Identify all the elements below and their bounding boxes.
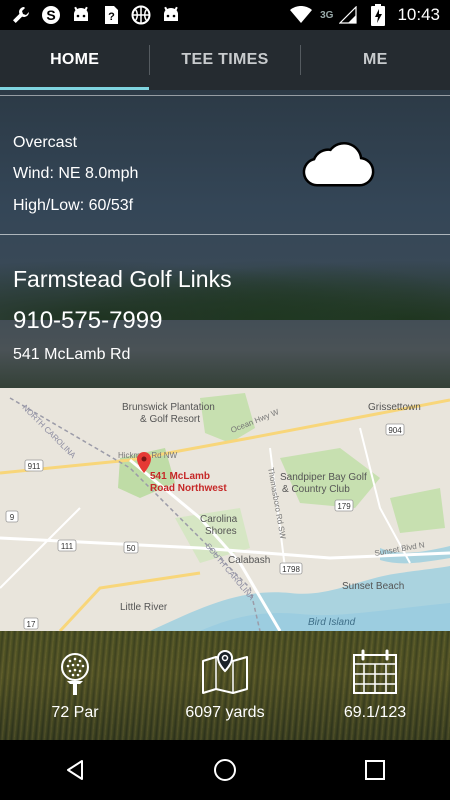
course-name: Farmstead Golf Links bbox=[13, 266, 232, 292]
weather-wind: Wind: NE 8.0mph bbox=[13, 165, 139, 182]
map-label-bird-island: Bird Island bbox=[308, 617, 356, 628]
svg-text:50: 50 bbox=[127, 544, 136, 553]
course-phone-link[interactable]: 910-575-7999 bbox=[13, 307, 162, 335]
system-status: 3G 10:43 bbox=[290, 4, 450, 26]
route-shield: 904 bbox=[385, 423, 405, 436]
weather-panel: Overcast Wind: NE 8.0mph High/Low: 60/53… bbox=[0, 95, 450, 235]
recents-icon bbox=[365, 760, 385, 780]
stat-yards: 6097 yards bbox=[150, 640, 300, 740]
map-pin-label-line2: Road Northwest bbox=[150, 483, 227, 494]
signal-icon bbox=[337, 4, 359, 26]
yards-value: 6097 yards bbox=[185, 704, 265, 721]
route-shield: 50 bbox=[123, 541, 139, 554]
wifi-icon bbox=[290, 4, 313, 26]
route-shield: 17 bbox=[23, 617, 39, 630]
map-label-country-club: & Country Club bbox=[282, 484, 350, 495]
battery-charging-icon bbox=[367, 4, 389, 26]
stat-rating: 69.1/123 bbox=[300, 640, 450, 740]
recents-button[interactable] bbox=[345, 740, 405, 800]
map-canvas: Brunswick Plantation & Golf Resort Griss… bbox=[0, 388, 450, 631]
course-map[interactable]: Brunswick Plantation & Golf Resort Griss… bbox=[0, 388, 450, 631]
weather-high-low: High/Low: 60/53f bbox=[13, 197, 134, 214]
route-shield: 9 bbox=[5, 510, 19, 523]
basketball-icon bbox=[130, 4, 152, 26]
svg-text:911: 911 bbox=[28, 462, 41, 471]
map-label-sunset-beach: Sunset Beach bbox=[342, 581, 404, 592]
tab-bar: HOME TEE TIMES ME bbox=[0, 30, 450, 90]
stat-par: 72 Par bbox=[0, 640, 150, 740]
course-address[interactable]: 541 McLamb Rd bbox=[13, 346, 130, 364]
svg-text:1798: 1798 bbox=[282, 565, 300, 574]
route-shield: 1798 bbox=[279, 562, 303, 575]
map-location-icon bbox=[200, 647, 250, 697]
golf-ball-icon bbox=[50, 647, 100, 697]
home-icon bbox=[214, 759, 236, 781]
map-label-shores: Shores bbox=[205, 526, 237, 537]
svg-text:S: S bbox=[46, 7, 55, 23]
weather-condition: Overcast bbox=[13, 134, 78, 151]
svg-text:17: 17 bbox=[27, 620, 36, 629]
svg-text:9: 9 bbox=[10, 513, 15, 522]
svg-text:?: ? bbox=[108, 11, 115, 23]
sim-question-icon: ? bbox=[100, 4, 122, 26]
map-label-grissettown: Grissettown bbox=[368, 402, 421, 413]
map-label-brunswick: Brunswick Plantation bbox=[122, 402, 215, 413]
map-pin-label-line1: 541 McLamb bbox=[150, 471, 210, 482]
route-shield: 111 bbox=[57, 539, 77, 552]
cloud-icon bbox=[301, 138, 375, 190]
skype-icon: S bbox=[40, 4, 62, 26]
map-label-golf-resort: & Golf Resort bbox=[140, 414, 200, 425]
status-bar: S ? 3G 10:43 bbox=[0, 0, 450, 30]
network-type: 3G bbox=[320, 9, 334, 21]
rating-value: 69.1/123 bbox=[343, 704, 407, 721]
svg-text:111: 111 bbox=[61, 542, 74, 551]
map-label-calabash: Calabash bbox=[228, 555, 270, 566]
course-stats: 72 Par 6097 yards 69.1/123 bbox=[0, 640, 450, 740]
route-shield: 179 bbox=[334, 499, 354, 512]
notification-icons: S ? bbox=[0, 4, 182, 26]
clock: 10:43 bbox=[397, 5, 440, 24]
map-label-carolina: Carolina bbox=[200, 514, 238, 525]
calendar-icon bbox=[350, 647, 400, 697]
wrench-icon bbox=[10, 4, 32, 26]
tab-me[interactable]: ME bbox=[301, 30, 450, 90]
par-value: 72 Par bbox=[51, 704, 99, 721]
route-shield: 911 bbox=[24, 459, 44, 472]
map-label-sandpiper: Sandpiper Bay Golf bbox=[280, 472, 367, 483]
android-icon bbox=[160, 4, 182, 26]
home-button[interactable] bbox=[195, 740, 255, 800]
back-button[interactable] bbox=[45, 740, 105, 800]
back-icon bbox=[67, 760, 83, 780]
tab-home[interactable]: HOME bbox=[0, 30, 150, 90]
svg-text:904: 904 bbox=[388, 426, 402, 435]
map-label-little-river: Little River bbox=[120, 602, 168, 613]
svg-text:179: 179 bbox=[337, 502, 351, 511]
tab-tee-times[interactable]: TEE TIMES bbox=[150, 30, 299, 90]
system-nav-bar bbox=[0, 740, 450, 800]
android-icon bbox=[70, 4, 92, 26]
